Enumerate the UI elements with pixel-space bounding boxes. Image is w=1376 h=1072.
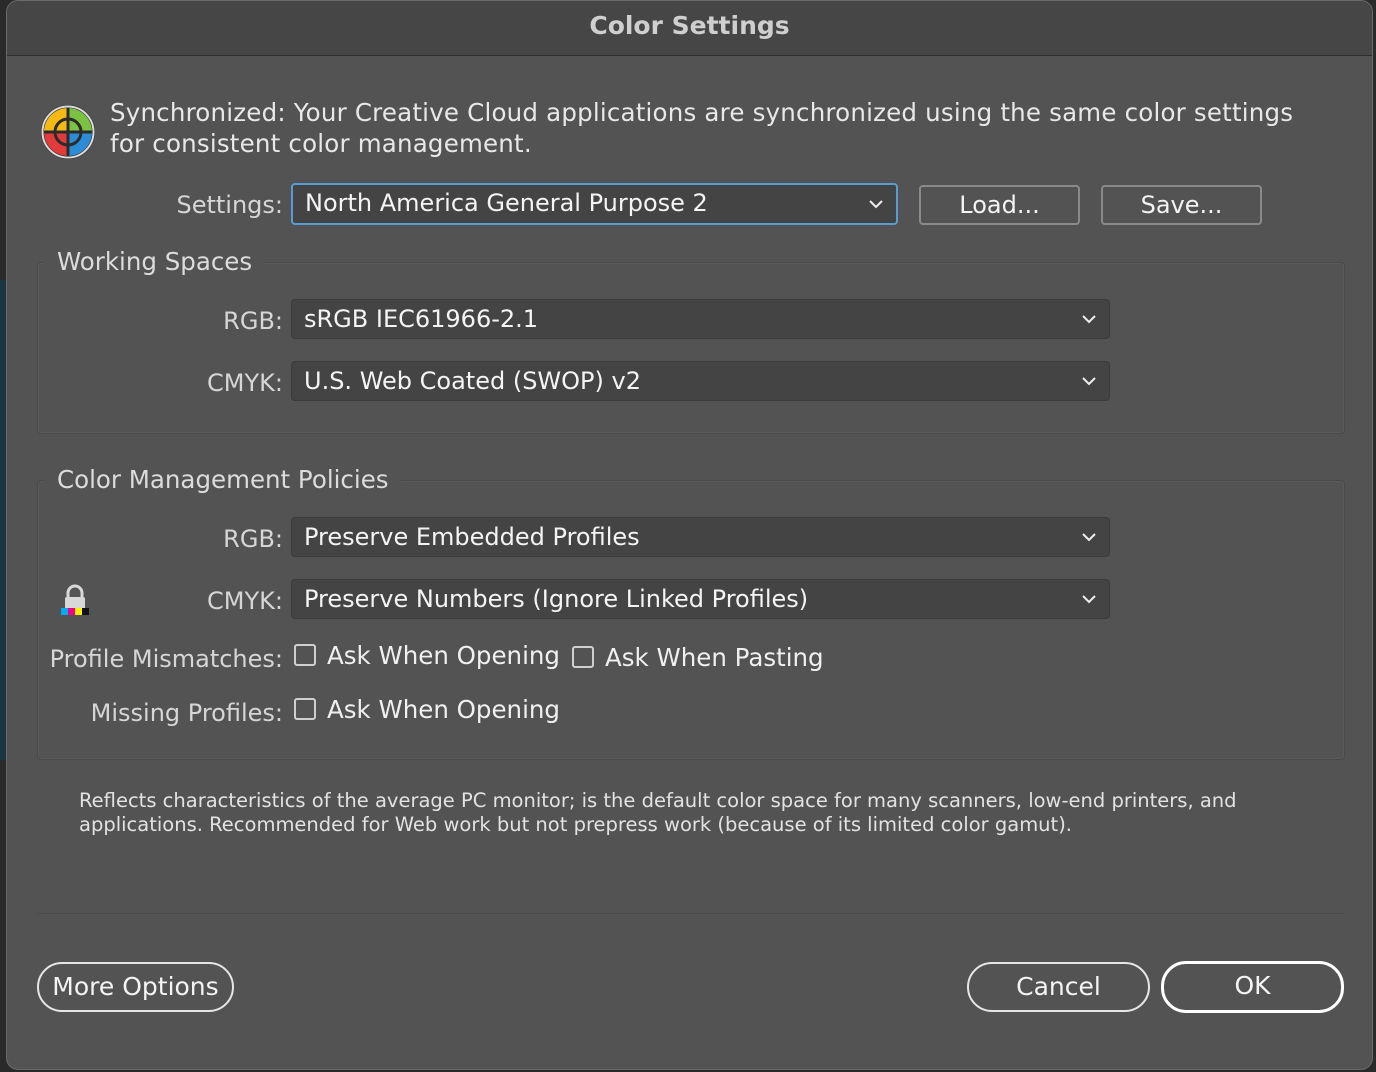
lock-icon <box>61 584 89 615</box>
color-wheel-icon <box>41 105 95 159</box>
policy-rgb-dropdown[interactable]: Preserve Embedded Profiles <box>291 517 1110 557</box>
sync-message: Synchronized: Your Creative Cloud applic… <box>110 98 1294 158</box>
missing-opening-label[interactable]: Ask When Opening <box>327 695 560 724</box>
chevron-down-icon <box>1082 377 1096 386</box>
policy-cmyk-label: CMYK: <box>207 587 283 615</box>
ws-rgb-dropdown[interactable]: sRGB IEC61966-2.1 <box>291 299 1110 339</box>
working-spaces-group <box>37 262 1345 434</box>
mismatch-opening-label[interactable]: Ask When Opening <box>327 641 560 670</box>
color-settings-dialog: Color Settings Synchronized: Your Creati… <box>6 0 1373 1070</box>
settings-dropdown-value: North America General Purpose 2 <box>305 189 708 217</box>
policy-rgb-value: Preserve Embedded Profiles <box>304 523 640 551</box>
mismatch-opening-checkbox[interactable] <box>294 644 316 666</box>
chevron-down-icon <box>1082 315 1096 324</box>
ws-cmyk-label: CMYK: <box>207 369 283 397</box>
working-spaces-title: Working Spaces <box>45 247 265 276</box>
settings-label: Settings: <box>176 191 283 219</box>
ws-cmyk-value: U.S. Web Coated (SWOP) v2 <box>304 367 641 395</box>
more-options-button[interactable]: More Options <box>37 962 234 1012</box>
profile-mismatches-label: Profile Mismatches: <box>49 645 283 673</box>
ws-rgb-value: sRGB IEC61966-2.1 <box>304 305 539 333</box>
window-title: Color Settings <box>7 1 1372 56</box>
footer-divider <box>37 913 1343 914</box>
chevron-down-icon <box>869 200 883 209</box>
mismatch-pasting-checkbox[interactable] <box>572 646 594 668</box>
mismatch-pasting-label[interactable]: Ask When Pasting <box>605 643 824 672</box>
load-button[interactable]: Load... <box>919 185 1080 225</box>
ws-cmyk-dropdown[interactable]: U.S. Web Coated (SWOP) v2 <box>291 361 1110 401</box>
settings-dropdown[interactable]: North America General Purpose 2 <box>291 183 898 225</box>
save-button[interactable]: Save... <box>1101 185 1262 225</box>
missing-profiles-label: Missing Profiles: <box>90 699 283 727</box>
chevron-down-icon <box>1082 595 1096 604</box>
missing-opening-checkbox[interactable] <box>294 698 316 720</box>
policy-rgb-label: RGB: <box>223 525 283 553</box>
chevron-down-icon <box>1082 533 1096 542</box>
ok-button[interactable]: OK <box>1161 961 1344 1013</box>
description-text: Reflects characteristics of the average … <box>79 789 1237 836</box>
policies-title: Color Management Policies <box>45 465 401 494</box>
policy-cmyk-value: Preserve Numbers (Ignore Linked Profiles… <box>304 585 809 613</box>
ws-rgb-label: RGB: <box>223 307 283 335</box>
cancel-button[interactable]: Cancel <box>967 962 1150 1012</box>
policy-cmyk-dropdown[interactable]: Preserve Numbers (Ignore Linked Profiles… <box>291 579 1110 619</box>
